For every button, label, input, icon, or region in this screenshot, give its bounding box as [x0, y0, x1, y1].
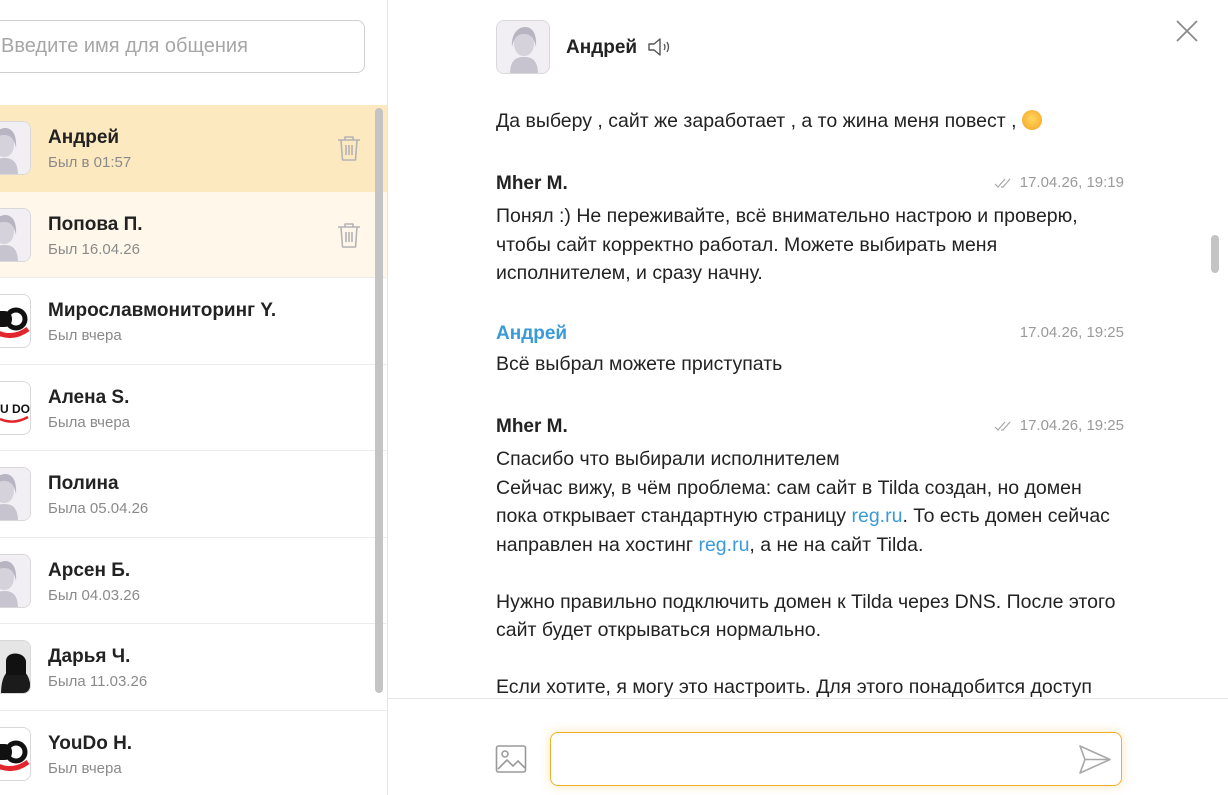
- trash-icon[interactable]: [336, 221, 362, 249]
- chat-app: Андрей Был в 01:57 Попова П. Был 16.04.26 Ми…: [0, 0, 1228, 795]
- message: Mher M. 17.04.26, 19:25 Спасибо что выби…: [496, 413, 1124, 698]
- read-check-icon: [994, 421, 1011, 431]
- composer-divider: [388, 698, 1228, 699]
- message-paragraph: Спасибо что выбирали исполнителем: [496, 448, 840, 470]
- contact-item[interactable]: Андрей Был в 01:57: [0, 105, 387, 192]
- message: Mher M. 17.04.26, 19:19 Понял :) Не пере…: [496, 170, 1124, 320]
- chat-scrollbar[interactable]: [1211, 235, 1219, 273]
- contacts-sidebar: Андрей Был в 01:57 Попова П. Был 16.04.26 Ми…: [0, 0, 388, 795]
- chat-header-avatar[interactable]: [496, 20, 550, 74]
- send-icon[interactable]: [1078, 744, 1112, 775]
- message-link[interactable]: reg.ru: [851, 505, 902, 527]
- contact-name: Андрей: [48, 127, 120, 148]
- message-time: 17.04.26, 19:25: [994, 417, 1124, 434]
- emoji-icon: [1021, 110, 1042, 130]
- contact-name: Дарья Ч.: [48, 646, 131, 667]
- avatar: U DO: [0, 380, 31, 435]
- message-text: Всё выбрал можете приступать: [496, 353, 783, 375]
- contact-name: Мирославмониторинг Y.: [48, 300, 277, 321]
- avatar: [0, 640, 31, 694]
- avatar: [0, 121, 31, 175]
- contact-status: Был 16.04.26: [48, 240, 140, 258]
- contact-item[interactable]: Мирославмониторинг Y. Был вчера: [0, 278, 387, 365]
- message-paragraph: Если хотите, я могу это настроить. Для э…: [496, 676, 1092, 698]
- message-input[interactable]: [550, 732, 1122, 786]
- contact-status: Был вчера: [48, 327, 122, 344]
- message-paragraph: Сейчас вижу, в чём проблема: сам сайт в …: [496, 476, 1110, 556]
- avatar: [0, 553, 31, 608]
- avatar: [0, 726, 31, 781]
- message-paragraph: Нужно правильно подключить домен к Tilda…: [496, 590, 1116, 642]
- message: Андрей 17.04.26, 19:25 Всё выбрал можете…: [496, 320, 1124, 413]
- message-time: 17.04.26, 19:19: [994, 174, 1124, 191]
- close-icon[interactable]: [1175, 19, 1199, 43]
- contact-item[interactable]: Полина Была 05.04.26: [0, 451, 387, 538]
- contact-name: Арсен Б.: [48, 559, 131, 581]
- contact-status: Была 11.03.26: [48, 673, 148, 690]
- svg-text:U DO: U DO: [0, 402, 30, 416]
- contact-item[interactable]: U DO Алена S. Была вчера: [0, 365, 387, 451]
- contact-name: YouDo H.: [48, 732, 133, 754]
- read-check-icon: [994, 178, 1011, 188]
- contacts-scrollbar[interactable]: [375, 108, 383, 693]
- avatar: [0, 207, 31, 262]
- contact-name: Полина: [48, 473, 119, 494]
- contact-status: Был вчера: [48, 759, 122, 777]
- avatar: [0, 467, 31, 521]
- image-attach-icon[interactable]: [495, 744, 527, 774]
- search-input[interactable]: [0, 20, 365, 73]
- message-link[interactable]: reg.ru: [698, 534, 749, 556]
- contact-item[interactable]: Попова П. Был 16.04.26: [0, 191, 387, 278]
- chat-contact-name[interactable]: Андрей: [566, 37, 637, 59]
- contact-item[interactable]: Дарья Ч. Была 11.03.26: [0, 624, 387, 711]
- message-time: 17.04.26, 19:25: [1019, 324, 1124, 341]
- trash-icon[interactable]: [336, 134, 362, 162]
- message-list: Да выберу , сайт же заработает , а то жи…: [496, 100, 1124, 698]
- contact-item[interactable]: Арсен Б. Был 04.03.26: [0, 538, 387, 624]
- contact-name: Алена S.: [48, 386, 130, 408]
- chat-panel: Андрей Да выберу , сайт же заработает , …: [388, 0, 1228, 795]
- contact-item[interactable]: YouDo H. Был вчера: [0, 711, 387, 795]
- message-text: Да выберу , сайт же заработает , а то жи…: [496, 110, 1022, 132]
- contact-status: Был 04.03.26: [48, 586, 140, 604]
- speaker-icon[interactable]: [646, 35, 674, 59]
- contact-name: Попова П.: [48, 213, 143, 235]
- contact-status: Была вчера: [48, 413, 131, 431]
- message-text: Понял :) Не переживайте, всё внимательно…: [496, 205, 1078, 284]
- contact-list: Андрей Был в 01:57 Попова П. Был 16.04.26 Ми…: [0, 105, 387, 795]
- contact-status: Была 05.04.26: [48, 500, 149, 517]
- contact-status: Был в 01:57: [48, 154, 132, 171]
- message: Да выберу , сайт же заработает , а то жи…: [496, 100, 1124, 170]
- avatar: [0, 294, 31, 348]
